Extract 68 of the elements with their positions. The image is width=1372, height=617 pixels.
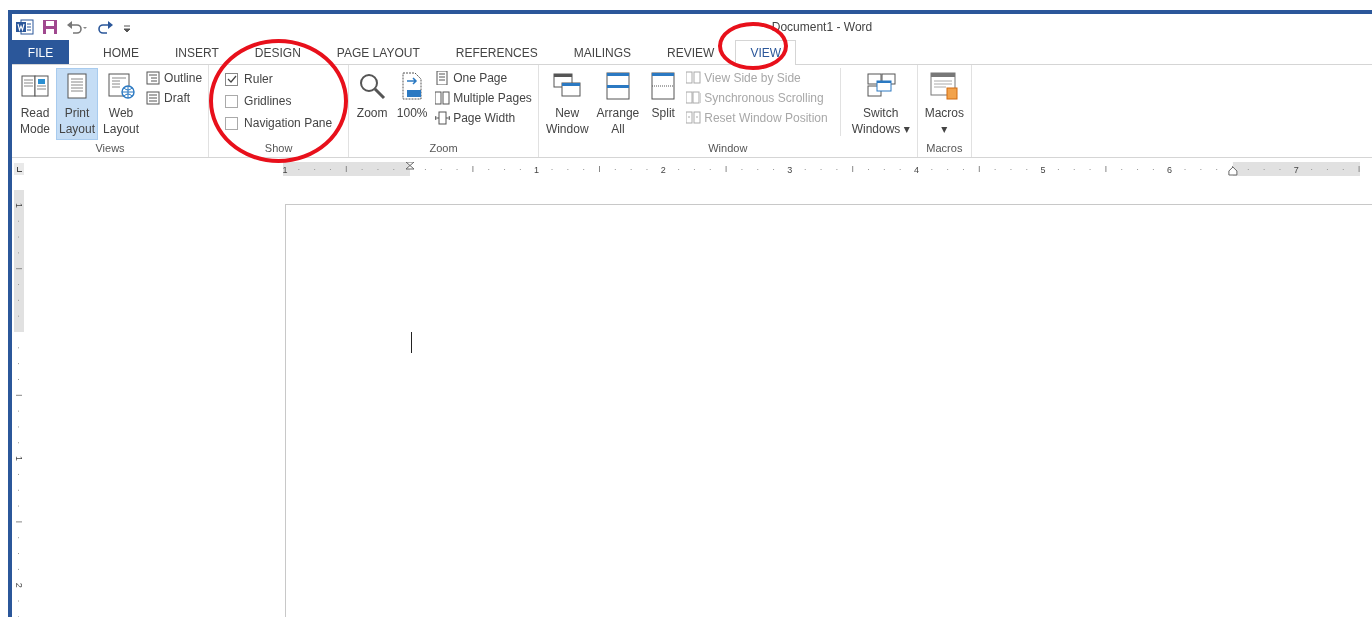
group-label: Show [263,142,294,156]
lines-icon [146,91,162,105]
two-pages-icon [686,71,702,85]
group-label: Views [94,142,126,156]
word-app-icon [16,19,34,35]
ribbon-button[interactable]: Page Width [433,110,534,126]
checkbox[interactable] [225,116,239,130]
ribbon-button[interactable]: Split [644,68,683,124]
checkbox[interactable] [225,94,239,108]
ruler-number: 2 [14,582,24,588]
group-label: Zoom [428,142,459,156]
text-cursor [411,332,412,353]
magnifier-icon [357,71,388,101]
ribbon-button[interactable]: Draft [144,90,205,106]
ruler-number: 7 [1293,165,1299,175]
ruler-number: 2 [660,165,666,175]
ribbon-button[interactable]: Multiple Pages [433,90,534,106]
ribbon-tab[interactable]: HOME [88,40,154,64]
ruler-number: 3 [787,165,793,175]
ribbon-button[interactable]: 100% [393,68,432,124]
ribbon-button[interactable]: Read Mode [16,68,54,140]
checkbox-label: Gridlines [244,94,292,108]
ruler-number: 6 [1167,165,1173,175]
ruler-number: 1 [283,165,288,175]
ribbon-button[interactable]: Outline [144,70,205,86]
ruler-number: 4 [913,165,919,175]
page-icon [435,71,451,85]
redo-icon [96,19,114,35]
ribbon-button[interactable]: Arrange All [593,68,643,140]
ribbon-button[interactable]: Zoom [353,68,392,124]
horizontal-ruler[interactable]: 1 1 2 3 4 5 6 7 [283,162,1360,176]
two-pages-icon [686,111,702,125]
save-icon [42,19,58,35]
ribbon-button[interactable]: One Page [433,70,534,86]
indent-marker[interactable] [405,162,415,170]
checkbox-label: Navigation Pane [244,116,333,130]
checkbox[interactable] [225,72,239,86]
indent-marker[interactable] [1228,166,1238,176]
group-label: Macros [925,142,964,156]
ribbon-button[interactable]: Print Layout [56,68,99,140]
window-title: Document1 - Word [771,20,873,34]
outline-icon [146,71,162,85]
two-pages-icon [686,91,702,105]
ruler-number: 1 [14,202,24,208]
ruler-number: 5 [1040,165,1046,175]
ribbon-button[interactable]: Switch Windows ▾ [848,68,913,140]
undo-icon [66,19,88,35]
ribbon-tab[interactable]: DESIGN [239,40,316,64]
ribbon-tab[interactable]: REFERENCES [440,40,553,64]
page-globe-icon [106,71,137,101]
page-width-icon [435,111,451,125]
tab-selector[interactable] [14,163,24,175]
checkbox-label: Ruler [244,72,273,86]
ribbon-tab[interactable]: PAGE LAYOUT [321,40,435,64]
ribbon-tab[interactable]: VIEW [735,40,797,65]
window-scroll-icon [929,71,960,101]
ribbon-button[interactable]: New Window [542,68,592,140]
two-pages-icon [435,91,451,105]
ribbon-button[interactable]: Macros ▾ [921,68,968,140]
ribbon-tab[interactable]: REVIEW [652,40,730,64]
ruler-number: 1 [14,456,24,462]
group-label: Window [707,142,749,156]
ribbon-tab[interactable]: INSERT [160,40,234,64]
ruler-number: 1 [534,165,540,175]
file-tab[interactable]: FILE [12,40,69,64]
ribbon-button[interactable]: Web Layout [100,68,143,140]
ribbon-tab[interactable]: MAILINGS [558,40,647,64]
vertical-ruler[interactable]: 1 1 2 [14,190,24,617]
